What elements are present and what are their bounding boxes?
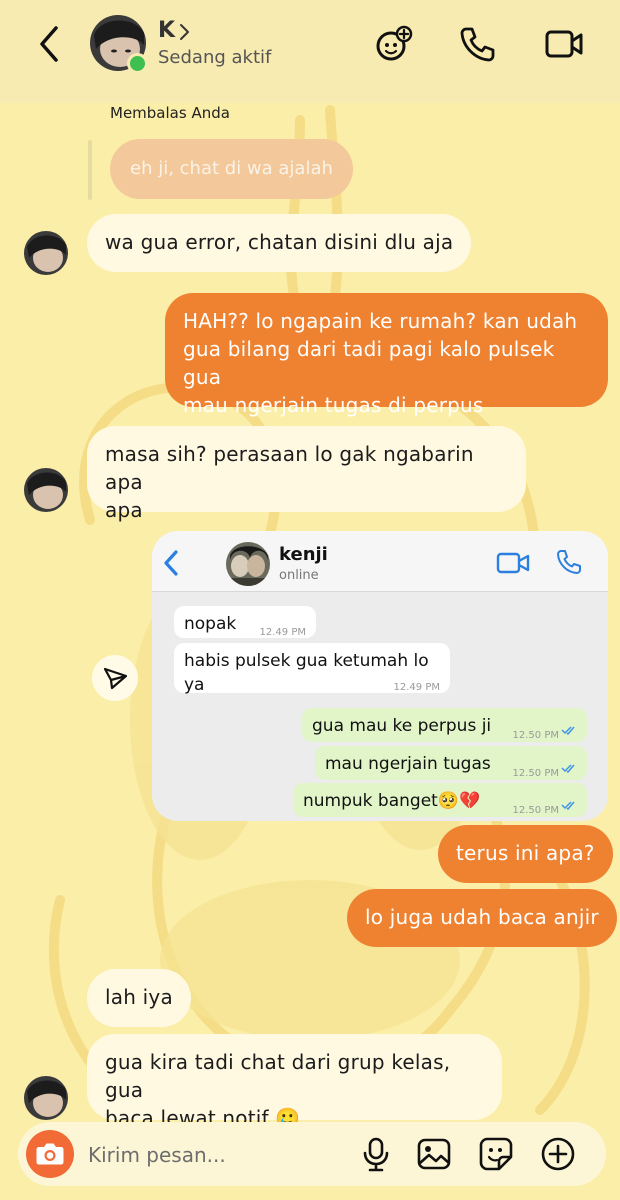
outgoing-message[interactable]: terus ini apa? <box>438 825 613 883</box>
contact-status: online <box>279 568 319 583</box>
message-text: terus ini apa? <box>456 841 595 865</box>
incoming-message[interactable]: lah iya <box>87 969 191 1027</box>
message-text: mau ngerjain tugas <box>325 754 491 774</box>
camera-button[interactable] <box>26 1130 74 1178</box>
message-text: gua mau ke perpus ji <box>312 716 492 736</box>
message-composer <box>18 1122 606 1186</box>
message-text: habis pulsek gua ketumah lo ya <box>184 651 429 695</box>
add-icon[interactable] <box>540 1136 576 1172</box>
sender-avatar[interactable] <box>24 468 68 512</box>
whatsapp-message: gua mau ke perpus ji 12.50 PM <box>302 708 587 742</box>
chevron-right-icon[interactable] <box>176 22 192 42</box>
chat-header: K Sedang aktif <box>0 0 620 103</box>
incoming-message[interactable]: gua kira tadi chat dari grup kelas, gua … <box>87 1034 502 1130</box>
share-button[interactable] <box>92 655 138 701</box>
back-arrow-icon[interactable] <box>30 22 70 66</box>
message-time: 12.49 PM <box>259 627 306 638</box>
message-text-line: apa <box>105 498 143 522</box>
message-text: lo juga udah baca anjir <box>365 905 599 929</box>
sender-avatar[interactable] <box>24 1076 68 1120</box>
whatsapp-message: mau ngerjain tugas 12.50 PM <box>315 746 587 780</box>
whatsapp-message: habis pulsek gua ketumah lo ya 12.49 PM <box>174 643 450 695</box>
video-icon <box>496 552 530 574</box>
message-time: 12.50 PM <box>512 805 559 816</box>
reply-indicator-bar <box>88 140 92 200</box>
message-input[interactable] <box>86 1136 350 1174</box>
message-text-line: HAH?? lo ngapain ke rumah? kan udah <box>183 309 578 333</box>
message-text-line: gua kira tadi chat dari grup kelas, gua <box>105 1050 451 1102</box>
video-icon[interactable] <box>544 24 584 64</box>
outgoing-message[interactable]: HAH?? lo ngapain ke rumah? kan udah gua … <box>165 293 608 417</box>
message-time: 12.50 PM <box>512 730 559 741</box>
microphone-icon[interactable] <box>358 1136 394 1172</box>
whatsapp-message: numpuk banget🥺💔 12.50 PM <box>293 783 587 817</box>
whatsapp-message: nopak 12.49 PM <box>174 606 316 638</box>
message-text-line: mau ngerjain tugas di perpus <box>183 393 484 417</box>
message-text-line: gua bilang dari tadi pagi kalo pulsek gu… <box>183 337 555 389</box>
avatar <box>226 542 270 586</box>
message-text: wa gua error, chatan disini dlu aja <box>105 230 454 254</box>
read-receipt-icon <box>561 801 575 810</box>
camera-icon <box>36 1143 64 1165</box>
contact-name[interactable]: K <box>158 18 175 43</box>
contact-name: kenji <box>279 544 328 565</box>
contact-status: Sedang aktif <box>158 47 272 68</box>
replied-message[interactable]: eh ji, chat di wa ajalah <box>110 139 353 199</box>
phone-icon <box>557 550 581 574</box>
whatsapp-header: kenji online <box>152 531 608 592</box>
message-text: nopak <box>184 614 237 634</box>
message-text: lah iya <box>105 985 173 1009</box>
sticker-icon[interactable] <box>478 1136 514 1172</box>
reply-label: Membalas Anda <box>110 104 230 122</box>
effects-icon[interactable] <box>374 24 414 64</box>
message-time: 12.49 PM <box>393 682 440 693</box>
sender-avatar[interactable] <box>24 231 68 275</box>
read-receipt-icon <box>561 764 575 773</box>
gallery-icon[interactable] <box>416 1136 452 1172</box>
message-text-line: masa sih? perasaan lo gak ngabarin apa <box>105 442 474 494</box>
incoming-message[interactable]: masa sih? perasaan lo gak ngabarin apa a… <box>87 426 526 522</box>
send-icon <box>103 667 128 690</box>
back-arrow-icon <box>164 550 178 576</box>
read-receipt-icon <box>561 726 575 735</box>
outgoing-message[interactable]: lo juga udah baca anjir <box>347 889 617 947</box>
message-text: numpuk banget🥺💔 <box>303 791 481 811</box>
online-status-dot <box>127 53 148 74</box>
phone-icon[interactable] <box>458 24 498 64</box>
shared-screenshot-image[interactable]: kenji online nopak 12.49 PM habis pulsek… <box>152 531 608 821</box>
incoming-message[interactable]: wa gua error, chatan disini dlu aja <box>87 214 472 272</box>
